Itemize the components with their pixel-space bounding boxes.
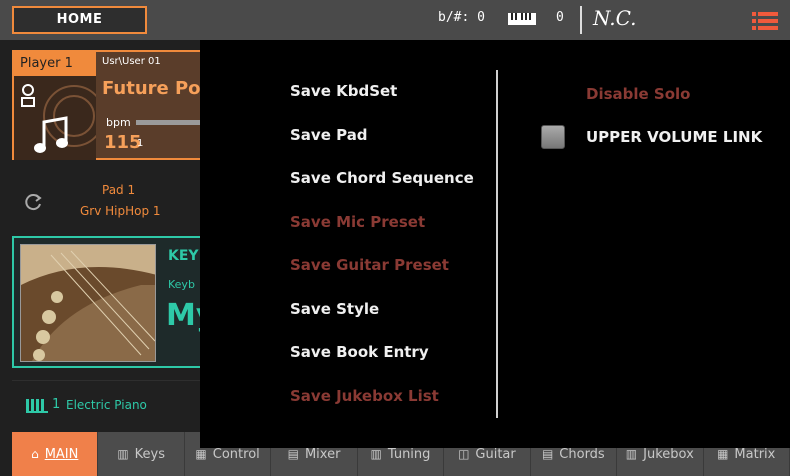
piano-image [21, 245, 155, 361]
menu-item-disable-solo: Disable Solo [586, 85, 691, 103]
pad-label: Pad 1 [102, 183, 136, 197]
tuning-icon: ▥ [370, 447, 382, 461]
keyboard-panel[interactable]: KEY Keyb My [12, 236, 222, 368]
menu-item-save-style[interactable]: Save Style [290, 288, 474, 332]
refresh-icon[interactable] [24, 192, 44, 212]
key-signature[interactable]: b/#: 0 [438, 10, 485, 25]
control-icon: ▦ [195, 447, 207, 461]
bpm-label: bpm [106, 116, 131, 129]
bpm-subvalue: 1 [137, 138, 144, 149]
menu-item-save-pad[interactable]: Save Pad [290, 114, 474, 158]
chords-icon: ▤ [541, 447, 554, 461]
tab-label: Guitar [475, 446, 516, 462]
song-title[interactable]: Future Po [102, 78, 201, 99]
bpm-value[interactable]: 115 [104, 132, 142, 153]
menu-item-save-book-entry[interactable]: Save Book Entry [290, 331, 474, 375]
player-tab[interactable]: Player 1 [14, 52, 96, 76]
keyboard-subtitle: Keyb [168, 278, 195, 291]
keyboard-icon [508, 13, 536, 25]
tab-main[interactable]: ⌂ MAIN [12, 432, 99, 476]
upper-volume-link-checkbox[interactable] [541, 125, 565, 149]
page-menu-overlay: Save KbdSet Save Pad Save Chord Sequence… [200, 40, 790, 448]
menu-item-save-jukebox-list: Save Jukebox List [290, 386, 439, 405]
header-separator [580, 6, 582, 34]
user-path: Usr\User 01 [102, 56, 161, 67]
track-number: 1 [52, 397, 61, 412]
pad-sound[interactable]: Grv HipHop 1 [80, 204, 161, 218]
chord-display: N.C. [593, 6, 637, 30]
jukebox-icon: ▥ [625, 447, 638, 461]
track-name[interactable]: Electric Piano [66, 398, 147, 412]
top-bar: HOME b/#: 0 0 N.C. [0, 0, 790, 40]
home-button[interactable]: HOME [12, 6, 147, 34]
tab-label: MAIN [44, 446, 79, 462]
matrix-icon: ▦ [717, 447, 729, 461]
menu-item-save-kbdset[interactable]: Save KbdSet [290, 70, 474, 114]
tab-label: Control [212, 446, 260, 462]
tab-label: Matrix [734, 446, 776, 462]
menu-item-save-chord-sequence[interactable]: Save Chord Sequence [290, 157, 474, 201]
player-panel[interactable]: Player 1 Usr\User 01 Future Po bpm 115 1 [12, 50, 222, 160]
save-menu-list: Save KbdSet Save Pad Save Chord Sequence… [290, 70, 474, 418]
song-icon [21, 84, 105, 153]
mixer-icon: ▤ [287, 447, 299, 461]
transpose-value[interactable]: 0 [556, 10, 564, 25]
piano-artwork [20, 244, 156, 362]
keyboard-title: KEY [168, 248, 199, 264]
player-artwork [14, 76, 105, 160]
tab-label: Tuning [387, 446, 431, 462]
track-row[interactable]: 1 Electric Piano [12, 380, 222, 420]
tab-label: Chords [559, 446, 605, 462]
tab-label: Keys [134, 446, 165, 462]
tab-label: Jukebox [643, 446, 694, 462]
menu-item-save-mic-preset: Save Mic Preset [290, 212, 426, 231]
pad-row[interactable]: Pad 1 Grv HipHop 1 [12, 178, 222, 228]
guitar-icon: ◫ [458, 447, 470, 461]
menu-divider [496, 70, 498, 418]
tab-keys[interactable]: ▥ Keys [98, 432, 185, 476]
home-icon: ⌂ [31, 447, 39, 461]
keyboard-track-icon [26, 399, 48, 413]
upper-volume-link-label[interactable]: UPPER VOLUME LINK [586, 128, 762, 146]
keys-icon: ▥ [117, 447, 129, 461]
tab-label: Mixer [304, 446, 341, 462]
menu-item-save-guitar-preset: Save Guitar Preset [290, 256, 449, 274]
menu-icon[interactable] [752, 11, 778, 31]
